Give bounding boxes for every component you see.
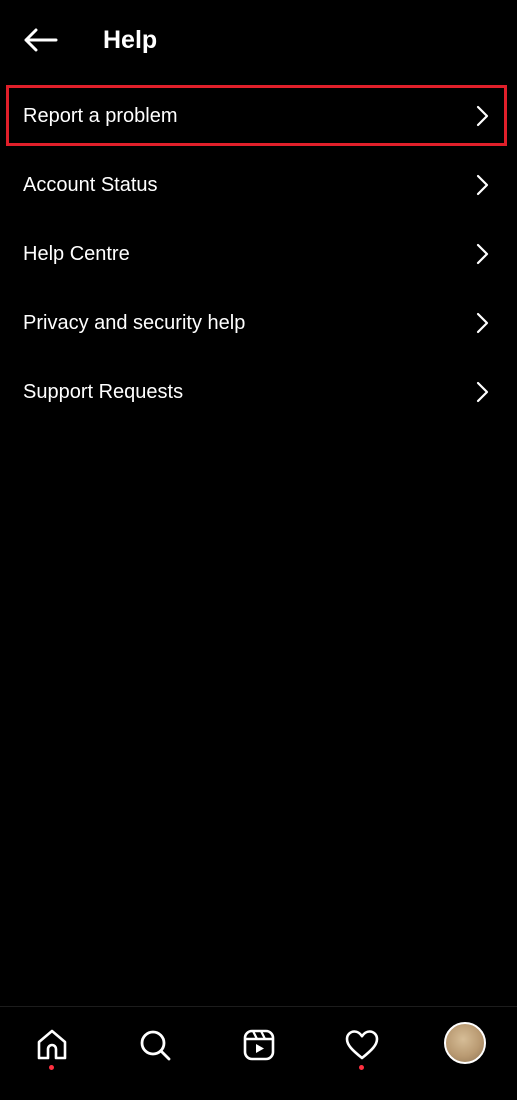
bottom-nav bbox=[0, 1006, 517, 1100]
menu-item-report-a-problem[interactable]: Report a problem bbox=[0, 81, 517, 150]
menu-item-label: Support Requests bbox=[23, 380, 184, 403]
back-button[interactable] bbox=[18, 22, 62, 58]
arrow-left-icon bbox=[24, 28, 58, 52]
menu-item-account-status[interactable]: Account Status bbox=[0, 150, 517, 219]
home-notification-dot bbox=[49, 1065, 54, 1070]
menu-item-label: Help Centre bbox=[23, 242, 130, 265]
heart-icon bbox=[345, 1030, 379, 1060]
menu-item-help-centre[interactable]: Help Centre bbox=[0, 219, 517, 288]
home-icon bbox=[37, 1029, 67, 1060]
menu-item-privacy-and-security-help[interactable]: Privacy and security help bbox=[0, 288, 517, 357]
chevron-right-icon bbox=[473, 380, 491, 404]
help-menu: Report a problem Account Status Help Cen… bbox=[0, 81, 517, 426]
menu-item-label: Privacy and security help bbox=[23, 311, 246, 334]
chevron-right-icon bbox=[473, 242, 491, 266]
activity-notification-dot bbox=[359, 1065, 364, 1070]
chevron-right-icon bbox=[473, 173, 491, 197]
profile-avatar[interactable] bbox=[444, 1022, 486, 1064]
chevron-right-icon bbox=[473, 311, 491, 335]
page-title: Help bbox=[103, 26, 158, 54]
menu-item-support-requests[interactable]: Support Requests bbox=[0, 357, 517, 426]
reels-icon bbox=[243, 1029, 275, 1061]
nav-activity-button[interactable] bbox=[340, 1023, 384, 1067]
menu-item-label: Account Status bbox=[23, 173, 158, 196]
search-icon bbox=[140, 1030, 171, 1061]
menu-item-label: Report a problem bbox=[23, 104, 178, 127]
nav-search-button[interactable] bbox=[133, 1023, 177, 1067]
nav-home-button[interactable] bbox=[30, 1023, 74, 1067]
chevron-right-icon bbox=[473, 104, 491, 128]
header: Help bbox=[0, 0, 517, 80]
nav-reels-button[interactable] bbox=[237, 1023, 281, 1067]
